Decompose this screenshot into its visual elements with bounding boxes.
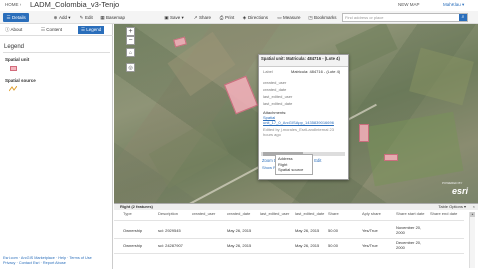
add-icon: ⊕ (53, 15, 58, 20)
print-button[interactable]: ⎙ Print (216, 13, 237, 22)
print-icon: ⎙ (219, 15, 224, 20)
related-menu-item-spatial-source[interactable]: Spatial source (278, 167, 310, 173)
zoom-control: + − (126, 27, 135, 45)
table-divider (114, 253, 464, 254)
toolbar: ☰Details ⊕ Add ▾ ✎ Edit ▦Basemap ▣Save ▾ ↗… (0, 11, 478, 24)
spatial-unit-parcel[interactable] (223, 75, 259, 115)
spatial-unit-parcel[interactable] (359, 124, 369, 142)
search-icon[interactable]: ⌕ (459, 14, 467, 21)
legend-layer-spatial-source: Spatial source (5, 78, 36, 83)
add-button[interactable]: ⊕ Add ▾ (50, 13, 74, 22)
table-divider (114, 238, 464, 239)
share-button[interactable]: ↗ Share (190, 13, 214, 22)
table-title: Right (2 features) (120, 204, 153, 209)
measure-button[interactable]: ▭Measure (274, 13, 304, 22)
tab-content[interactable]: ☷ Content (38, 26, 65, 34)
column-header[interactable]: created_date (227, 211, 250, 216)
top-bar: HOME › LADM_Colombia_v3-Tenjo NEW MAP Ma… (0, 0, 478, 10)
column-header[interactable]: Share start date (396, 211, 426, 216)
home-link[interactable]: HOME › (5, 2, 21, 7)
user-menu[interactable]: MahKlau ▾ (443, 2, 464, 8)
search-input[interactable]: Find address or place ⌕ (342, 13, 468, 22)
column-header[interactable]: Aply share (362, 211, 381, 216)
esri-powered-label: POWERED BY (442, 181, 463, 185)
legend-divider (3, 52, 110, 53)
map-field (409, 47, 474, 106)
tab-legend[interactable]: ☰ Legend (78, 26, 105, 34)
spatial-unit-parcel[interactable] (384, 154, 398, 161)
popup-row: created_user (263, 80, 287, 85)
related-records-menu: Address Right Spatial source (275, 154, 313, 175)
legend-layer-spatial-unit: Spatial unit (5, 57, 30, 62)
popup-row: created_date (263, 87, 287, 92)
locate-icon[interactable]: ◎ (126, 63, 135, 72)
save-button[interactable]: ▣Save ▾ (161, 13, 187, 22)
tab-about[interactable]: ⓘ About (2, 26, 25, 34)
map-field (148, 119, 230, 189)
measure-icon: ▭ (277, 15, 282, 20)
legend-title: Legend (4, 44, 25, 50)
share-icon: ↗ (193, 15, 198, 20)
basemap-icon: ▦ (100, 15, 105, 20)
details-button[interactable]: ☰Details (3, 13, 29, 22)
spatial-unit-parcel[interactable] (173, 36, 187, 48)
footer-links: Esri.com · ArcGIS Marketplace · Help · T… (3, 256, 111, 266)
popup-body: Label Matricula: 484716 - (Lote 4) create… (261, 69, 345, 149)
zoom-out-button[interactable]: − (126, 36, 135, 45)
popup-row: last_edited_date (263, 101, 293, 106)
polygon-swatch-icon (10, 66, 17, 71)
popup-row: last_edited_user (263, 94, 293, 99)
basemap-button[interactable]: ▦Basemap (97, 13, 128, 22)
directions-icon: ◈ (242, 15, 247, 20)
table-options-button[interactable]: Table Options ▾ (438, 204, 466, 210)
pencil-icon: ✎ (79, 15, 84, 20)
popup-edit-link[interactable]: Edit (314, 158, 321, 163)
map-field (364, 111, 464, 187)
table-scrollbar[interactable]: ▲ (469, 212, 475, 268)
new-map-link[interactable]: NEW MAP (398, 2, 420, 7)
attribute-table: Right (2 features) Table Options ▾ × Typ… (114, 203, 478, 269)
sidebar-tabs: ⓘ About ☷ Content ☰ Legend (0, 24, 113, 36)
directions-button[interactable]: ◈ Directions (239, 13, 271, 22)
column-header[interactable]: last_edited_user (260, 211, 289, 216)
edit-button[interactable]: ✎ Edit (76, 13, 96, 22)
close-icon[interactable]: × (473, 204, 475, 210)
esri-logo: esri (452, 186, 469, 196)
attachment-link[interactable]: unit_17_0_ArcGISApp_1435839016696 (263, 120, 345, 125)
popup-row: Label Matricula: 484716 - (Lote 4) (263, 69, 341, 74)
map-title: LADM_Colombia_v3-Tenjo (30, 0, 120, 9)
column-header[interactable]: Share (328, 211, 339, 216)
details-icon: ☰ (6, 15, 11, 20)
zoom-in-button[interactable]: + (126, 27, 135, 36)
bookmark-icon: ◳ (308, 15, 313, 20)
save-icon: ▣ (164, 15, 169, 20)
popup-title: Spatial unit: Matricula: 484716 - (Lote … (259, 55, 348, 67)
map-view[interactable]: + − ⌂ ◎ POWERED BY esri Spatial unit: Ma… (114, 24, 478, 203)
column-header[interactable]: created_user (192, 211, 215, 216)
column-header[interactable]: last_edited_date (295, 211, 324, 216)
line-swatch-icon (9, 86, 17, 92)
column-header[interactable]: Description (158, 211, 178, 216)
bookmarks-button[interactable]: ◳Bookmarks (305, 13, 340, 22)
table-divider (114, 220, 464, 221)
sidebar: ⓘ About ☷ Content ☰ Legend Legend Spatia… (0, 24, 113, 269)
popup-edited-by: Edited by j.morales_EsriLandInternal 23 … (263, 127, 334, 137)
scroll-up-icon[interactable]: ▲ (470, 212, 475, 217)
column-header[interactable]: Type (123, 211, 132, 216)
popup-attachments: Attachments: Spatial unit_17_0_ArcGISApp… (261, 110, 345, 125)
table-header-bar: Right (2 features) Table Options ▾ × (114, 204, 478, 210)
home-extent-icon[interactable]: ⌂ (126, 48, 135, 57)
column-header[interactable]: Share end date (430, 211, 457, 216)
footer-line[interactable]: Privacy · Contact Esri · Report Abuse (3, 261, 111, 266)
